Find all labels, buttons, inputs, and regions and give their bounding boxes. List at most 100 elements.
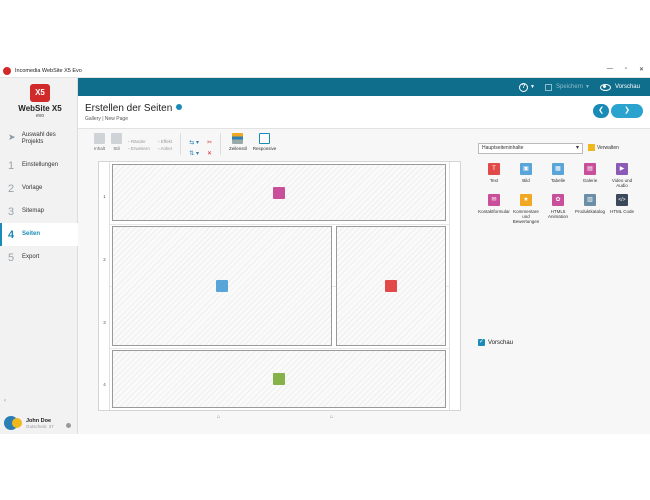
step-number: 5 <box>8 251 15 264</box>
align-vertical-icon[interactable]: ⇅ ▾ <box>189 150 199 157</box>
step-number: 1 <box>8 159 15 172</box>
tool-label: Stil <box>113 146 120 151</box>
anchor-button[interactable]: Anker <box>158 146 173 151</box>
page-header: Erstellen der Seiten Gallery | New Page … <box>78 96 650 128</box>
object-image[interactable]: ▣ Bild <box>510 163 542 188</box>
image-icon: ▣ <box>520 163 532 175</box>
object-html5-animation[interactable]: ✿ HTML5 Animation <box>542 194 574 224</box>
style-tool-button[interactable]: Stil <box>111 133 123 151</box>
cell-row2-right[interactable] <box>336 226 446 346</box>
preview-button[interactable]: Vorschau <box>599 83 640 91</box>
object-table[interactable]: ▦ Tabelle <box>542 163 574 188</box>
sidebar-item-project-selection[interactable]: ➤ Auswahl des Projekts <box>0 130 78 154</box>
video-icon: ▶ <box>616 163 628 175</box>
effect-button[interactable]: Effekt <box>158 139 172 144</box>
effect-tools: Effekt Anker <box>158 139 173 151</box>
object-text[interactable]: T Text <box>478 163 510 188</box>
pencil-icon <box>94 133 105 144</box>
code-icon: </> <box>616 194 628 206</box>
back-button[interactable]: ❮ <box>593 104 609 118</box>
product-icon <box>273 373 285 385</box>
object-label: Video und Audio <box>611 178 633 188</box>
object-label: Produktkatalog <box>574 209 606 214</box>
tool-label: Inhalt <box>94 146 106 151</box>
cut-icon[interactable]: ✂ <box>207 139 212 146</box>
minimize-button[interactable]: — <box>607 66 613 73</box>
object-product-catalog[interactable]: ▥ Produktkatalog <box>574 194 606 224</box>
row-divider <box>110 348 449 349</box>
extend-button[interactable]: Erweitern <box>128 146 150 151</box>
sidebar-nav: ➤ Auswahl des Projekts 1 Einstellungen 2… <box>0 130 78 269</box>
object-list: T Text ▣ Bild ▦ Tabelle ▤ Galerie ▶ Vide… <box>478 163 638 224</box>
toolbar-divider <box>220 133 222 155</box>
object-label: Bild <box>522 178 530 183</box>
object-label: Text <box>489 178 499 183</box>
close-button[interactable]: ✕ <box>639 66 644 73</box>
save-button[interactable]: Speichern ▼ <box>544 83 590 91</box>
tool-label: Zeilenstil <box>229 146 247 151</box>
grid-right-margin <box>449 162 460 410</box>
column-resize-handle[interactable]: ⌂ <box>217 414 220 420</box>
sidebar-item-pages[interactable]: 4 Seiten <box>0 223 78 246</box>
collapse-sidebar-button[interactable]: ‹ <box>4 398 6 404</box>
app-window: Incomedia WebSite X5 Evo — ▫ ✕ X5 WebSit… <box>0 0 650 500</box>
cut-delete-tools: ✂ ✕ <box>207 139 212 157</box>
row-number: 4 <box>103 382 106 387</box>
sidebar-item-export[interactable]: 5 Export <box>0 246 78 269</box>
page-title-text: Erstellen der Seiten <box>85 103 173 114</box>
content-tool-button[interactable]: Inhalt <box>94 133 105 151</box>
cell-row1[interactable] <box>112 164 446 221</box>
sidebar-item-label: Vorlage <box>22 185 43 191</box>
row-number: 1 <box>103 194 106 199</box>
object-comments[interactable]: ★ Kommentare und Bewertungen <box>510 194 542 224</box>
step-number: 3 <box>8 205 15 218</box>
eye-icon <box>599 83 611 91</box>
manage-button[interactable]: Verwalten <box>588 144 619 151</box>
manage-label: Verwalten <box>597 144 619 151</box>
image-icon <box>216 280 228 292</box>
editor-toolbar: Inhalt Stil Ränder Erweitern Effekt Anke… <box>94 133 282 161</box>
paper-plane-icon: ➤ <box>8 132 16 142</box>
breadcrumb: Gallery | New Page <box>85 116 128 122</box>
responsive-button[interactable]: Responsive <box>253 133 276 151</box>
object-contact-form[interactable]: ✉ Kontaktformular <box>478 194 510 224</box>
object-gallery[interactable]: ▤ Galerie <box>574 163 606 188</box>
user-info-icon[interactable] <box>66 423 71 428</box>
objects-panel: Hauptseiteninhalte Verwalten T Text ▣ Bi… <box>478 143 638 346</box>
object-html-code[interactable]: </> HTML Code <box>606 194 638 224</box>
row-number: 2 <box>103 257 106 262</box>
user-name: John Doe <box>26 417 52 424</box>
row-style-button[interactable]: Zeilenstil <box>229 133 247 151</box>
cell-row2-left[interactable] <box>112 226 332 346</box>
sidebar-item-settings[interactable]: 1 Einstellungen <box>0 154 78 177</box>
info-icon[interactable] <box>176 104 183 110</box>
cell-row4[interactable] <box>112 350 446 408</box>
align-horizontal-icon[interactable]: ⇆ ▾ <box>189 139 199 146</box>
object-label: HTML5 Animation <box>547 209 568 219</box>
row-numbers: 1 2 3 4 <box>99 162 110 410</box>
logo-edition: evo <box>35 113 45 119</box>
object-label: Galerie <box>582 178 598 183</box>
step-number: 2 <box>8 182 15 195</box>
website-x5-logo: X5 WebSite X5 evo <box>15 84 65 124</box>
align-tools: ⇆ ▾ ⇅ ▾ <box>189 139 199 157</box>
object-label: Tabelle <box>550 178 566 183</box>
help-button[interactable]: ? ▼ <box>519 82 535 92</box>
checkmark-icon: ✓ <box>478 339 485 346</box>
column-resize-handle[interactable]: ⌂ <box>330 414 333 420</box>
user-account[interactable]: John Doe Gutschein: 37 <box>4 416 54 430</box>
borders-button[interactable]: Ränder <box>128 139 150 144</box>
sidebar-item-sitemap[interactable]: 3 Sitemap <box>0 200 78 223</box>
layout-grid: 1 2 3 4 <box>98 161 461 411</box>
object-video-audio[interactable]: ▶ Video und Audio <box>606 163 638 188</box>
logo-name: WebSite X5 <box>18 104 62 113</box>
object-category-select[interactable]: Hauptseiteninhalte <box>478 143 583 154</box>
text-icon <box>385 280 397 292</box>
object-label: Kontaktformular <box>478 209 510 214</box>
sidebar-item-template[interactable]: 2 Vorlage <box>0 177 78 200</box>
next-button[interactable]: ❯ <box>611 104 643 118</box>
maximize-button[interactable]: ▫ <box>625 66 627 73</box>
delete-icon[interactable]: ✕ <box>207 150 212 157</box>
preview-checkbox[interactable]: ✓ Vorschau <box>478 339 513 346</box>
help-icon: ? <box>519 82 529 92</box>
